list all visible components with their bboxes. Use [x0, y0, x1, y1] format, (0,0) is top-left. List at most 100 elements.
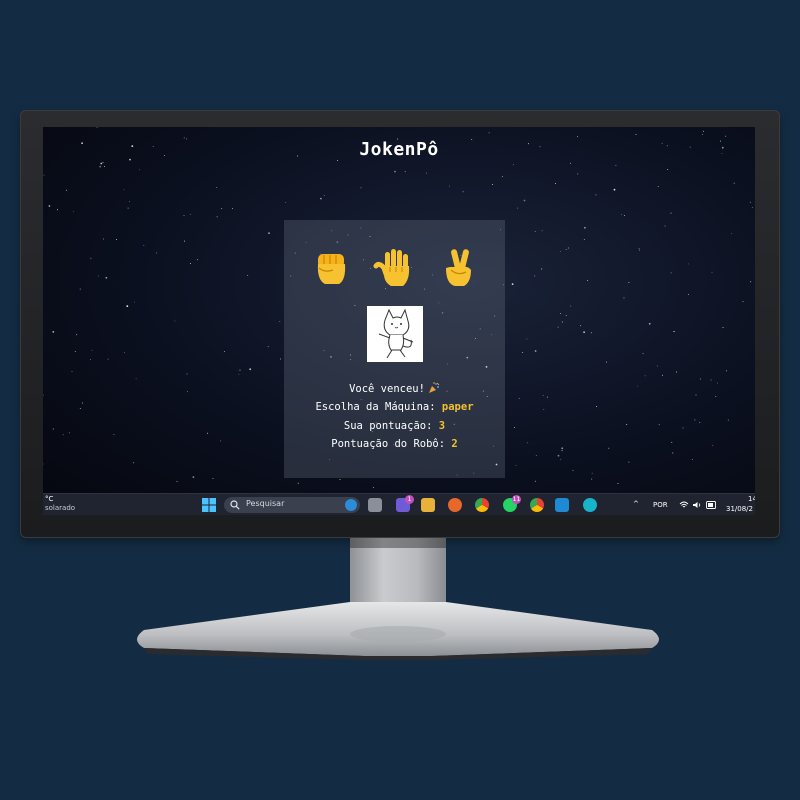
star — [79, 288, 81, 290]
star — [702, 134, 704, 135]
star — [672, 452, 674, 454]
chrome-profile-icon[interactable] — [530, 498, 544, 512]
raised-hand-icon — [373, 249, 410, 286]
chevron-up-icon[interactable]: ^ — [633, 500, 639, 508]
star — [212, 478, 214, 480]
star — [517, 207, 518, 209]
star — [727, 419, 729, 421]
star — [535, 455, 537, 457]
star — [129, 200, 130, 202]
scissors-button[interactable] — [436, 246, 480, 290]
task-view-icon[interactable] — [368, 498, 382, 512]
star — [670, 212, 672, 214]
weather-widget[interactable]: °C solarado — [45, 495, 75, 513]
star — [513, 163, 514, 165]
star — [68, 432, 70, 434]
rock-button[interactable] — [309, 246, 353, 290]
star — [105, 276, 108, 279]
star — [711, 271, 713, 273]
star — [107, 358, 109, 360]
star — [638, 248, 640, 250]
star — [143, 244, 145, 246]
firefox-icon[interactable] — [448, 498, 462, 512]
language-indicator[interactable]: POR — [653, 501, 668, 509]
star — [488, 132, 490, 134]
bing-icon[interactable] — [345, 499, 357, 511]
star — [43, 174, 45, 176]
star — [673, 331, 675, 333]
star — [183, 240, 185, 242]
star — [116, 239, 117, 241]
star — [561, 321, 563, 323]
paper-button[interactable] — [373, 246, 417, 290]
star — [71, 371, 73, 372]
star — [189, 213, 191, 215]
star — [339, 479, 341, 481]
game-panel: Você venceu! Escolha da Máquina: paper S… — [284, 220, 505, 478]
star — [523, 199, 526, 202]
star — [196, 259, 198, 261]
star — [559, 312, 561, 314]
party-popper-icon — [428, 382, 440, 393]
search-placeholder: Pesquisar — [246, 499, 285, 508]
raised-fist-icon — [317, 254, 346, 284]
star — [590, 332, 592, 334]
star — [648, 322, 651, 325]
star — [66, 189, 68, 191]
star — [572, 469, 574, 471]
windows-start-icon[interactable] — [202, 498, 216, 512]
star — [583, 238, 585, 240]
star — [557, 454, 560, 457]
star — [103, 238, 105, 240]
star — [702, 130, 704, 132]
star — [48, 205, 51, 207]
star — [615, 164, 617, 166]
star — [285, 202, 287, 203]
teams-icon[interactable]: 1 — [396, 495, 414, 512]
star — [674, 331, 675, 332]
vscode-icon[interactable] — [555, 498, 569, 512]
star — [749, 201, 751, 203]
star — [557, 326, 559, 328]
star — [559, 251, 561, 252]
star — [699, 422, 701, 423]
file-explorer-icon[interactable] — [421, 498, 435, 512]
star — [591, 478, 593, 480]
weather-temp: °C — [45, 495, 54, 503]
star — [123, 189, 125, 191]
result-text: Você venceu! — [349, 383, 425, 395]
star — [726, 370, 728, 372]
star — [687, 294, 689, 296]
star — [635, 134, 637, 135]
star — [567, 247, 569, 249]
teams-badge: 1 — [405, 495, 414, 504]
star — [541, 268, 543, 270]
star — [637, 385, 639, 387]
star — [642, 353, 644, 355]
star — [394, 170, 396, 173]
star — [657, 186, 659, 188]
canva-icon[interactable] — [583, 498, 597, 512]
chrome-icon[interactable] — [475, 498, 489, 512]
star — [232, 208, 234, 209]
star — [527, 442, 529, 444]
star — [534, 275, 536, 277]
volume-icon[interactable] — [692, 500, 702, 510]
star — [667, 168, 669, 170]
whatsapp-icon[interactable]: 11 — [503, 495, 521, 512]
wifi-icon[interactable] — [679, 500, 689, 510]
clock-date[interactable]: 31/08/2 — [726, 505, 753, 513]
star — [554, 183, 556, 185]
star — [192, 476, 195, 478]
clock-time[interactable]: 14 — [748, 495, 755, 503]
star — [682, 427, 684, 429]
star — [100, 162, 103, 165]
star — [565, 314, 567, 316]
star — [624, 215, 625, 217]
taskbar-search[interactable]: Pesquisar — [224, 497, 360, 513]
star — [186, 391, 188, 393]
star — [621, 214, 623, 216]
battery-icon[interactable] — [706, 501, 717, 509]
whatsapp-badge: 11 — [512, 495, 521, 504]
star — [658, 424, 660, 426]
